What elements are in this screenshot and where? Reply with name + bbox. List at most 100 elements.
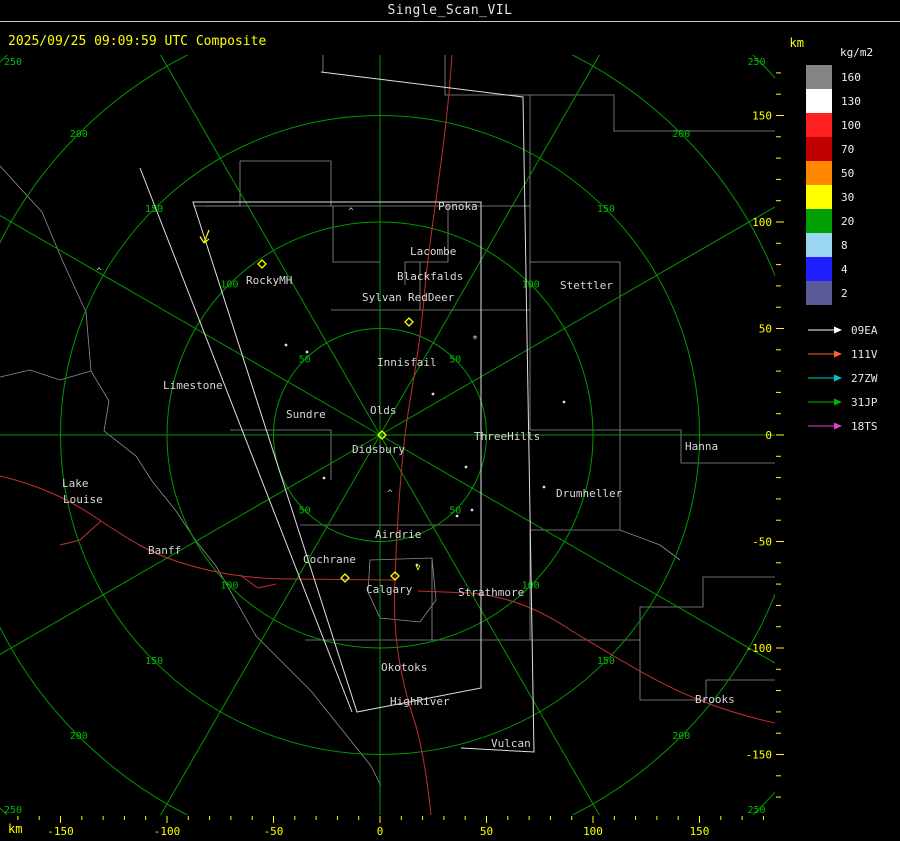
site-diamond-marker (404, 317, 414, 327)
asterisk-mark: * (472, 334, 478, 345)
colorbar-value: 50 (841, 166, 855, 180)
peak-caret-mark: ^ (96, 267, 102, 277)
radar-legend-entry: 18TS (806, 414, 878, 438)
colorbar-value: 160 (841, 70, 861, 84)
highway-line (59, 520, 102, 546)
arrow-head (834, 374, 842, 382)
arrow-head (834, 326, 842, 334)
colorbar-swatch (806, 185, 832, 209)
city-label: Vulcan (491, 737, 531, 750)
radar-site-id: 09EA (851, 323, 878, 337)
town-dot (455, 514, 459, 518)
county-boundary-line (530, 94, 775, 132)
colorbar-swatch (806, 113, 832, 137)
city-label: Sylvan (362, 291, 402, 304)
city-label: Blackfalds (397, 270, 463, 283)
colorbar-entry: 30 (806, 185, 873, 209)
range-ring-label: 100 (220, 581, 238, 592)
city-label: Okotoks (381, 661, 427, 674)
radar-site-id: 111V (851, 347, 878, 361)
city-label: Innisfail (377, 356, 437, 369)
y-tick-label: 150 (752, 110, 772, 123)
colorbar-entry: 4 (806, 257, 873, 281)
y-tick-label: 100 (752, 216, 772, 229)
colorbar-swatch (806, 89, 832, 113)
azimuth-spoke (160, 55, 381, 436)
county-boundary-line (529, 206, 621, 430)
radar-site-legend: 09EA 111V 27ZW 31JP 18TS (806, 318, 878, 438)
county-boundary-line (619, 529, 681, 561)
town-dot (464, 465, 468, 469)
colorbar-entry: 8 (806, 233, 873, 257)
radar-direction-arrow-icon (808, 326, 842, 334)
colorbar-value: 2 (841, 286, 848, 300)
x-axis-unit-label: km (8, 822, 23, 836)
colorbar-entry: 50 (806, 161, 873, 185)
azimuth-spoke (379, 434, 775, 664)
range-ring-label: 50 (299, 505, 311, 516)
arrow-head (834, 422, 842, 430)
range-ring-label: 250 (748, 57, 766, 68)
town-dot (284, 343, 288, 347)
radar-site-id: 18TS (851, 419, 878, 433)
city-label: Drumheller (556, 487, 623, 500)
county-boundary-line (529, 430, 621, 640)
colorbar-entry: 160 (806, 65, 873, 89)
colorbar-value: 130 (841, 94, 861, 108)
city-label: Didsbury (352, 443, 405, 456)
city-label: Hanna (685, 440, 718, 453)
town-dot (470, 508, 474, 512)
city-label: HighRiver (390, 695, 450, 708)
azimuth-spoke (379, 55, 600, 436)
radar-legend-entry: 31JP (806, 390, 878, 414)
y-axis-unit-label: km (789, 36, 804, 50)
city-label: Louise (63, 493, 103, 506)
town-dot (562, 400, 566, 404)
range-ring-label: 100 (220, 279, 238, 290)
city-label: Stettler (560, 279, 613, 292)
radar-direction-arrow-icon (808, 422, 842, 430)
city-label: RockyMH (246, 274, 292, 287)
city-label: Lake (62, 477, 89, 490)
range-ring-label: 100 (522, 581, 540, 592)
colorbar-entry: 130 (806, 89, 873, 113)
x-tick-label: 0 (377, 825, 384, 838)
y-tick-label: -100 (746, 642, 773, 655)
y-tick-label: 0 (765, 429, 772, 442)
colorbar-swatch (806, 281, 832, 305)
radar-legend-entry: 27ZW (806, 366, 878, 390)
colorbar-swatch (806, 137, 832, 161)
city-label: Airdrie (375, 528, 421, 541)
town-dot (305, 350, 309, 354)
range-ring-label: 50 (299, 355, 311, 366)
radar-map-canvas: 50 50 50 50 100 100 100 100 150 150 150 150 200 200 20… (0, 55, 784, 838)
radar-direction-arrow-icon (808, 350, 842, 358)
range-ring-label: 200 (70, 731, 88, 742)
city-label: Sundre (286, 408, 326, 421)
radar-site-id: 27ZW (851, 371, 878, 385)
range-ring (0, 55, 775, 815)
range-ring-label: 250 (4, 57, 22, 68)
radar-legend-entry: 111V (806, 342, 878, 366)
colorbar-value: 20 (841, 214, 855, 228)
colorbar-entry: 2 (806, 281, 873, 305)
county-boundary-line (240, 160, 332, 206)
county-boundary-line (530, 576, 775, 641)
radar-direction-arrow-icon (808, 398, 842, 406)
x-tick-label: -100 (154, 825, 181, 838)
colorbar-swatch (806, 161, 832, 185)
map-layers: 50 50 50 50 100 100 100 100 150 150 150 150 200 200 20… (0, 55, 775, 816)
range-ring-label: 250 (4, 805, 22, 816)
range-ring-label: 200 (70, 129, 88, 140)
city-label: Olds (370, 404, 397, 417)
x-tick-label: 150 (690, 825, 710, 838)
range-ring-label: 50 (449, 505, 461, 516)
city-label: ThreeHills (474, 430, 540, 443)
window-title: Single_Scan_VIL (387, 3, 513, 18)
y-tick-label: -150 (746, 749, 773, 762)
town-dot (431, 392, 435, 396)
colorbar-entry: 20 (806, 209, 873, 233)
colorbar-value: 30 (841, 190, 855, 204)
colorbar-entries: 160 130 100 70 50 30 20 8 4 2 (806, 65, 873, 305)
colorbar-value: 4 (841, 262, 848, 276)
